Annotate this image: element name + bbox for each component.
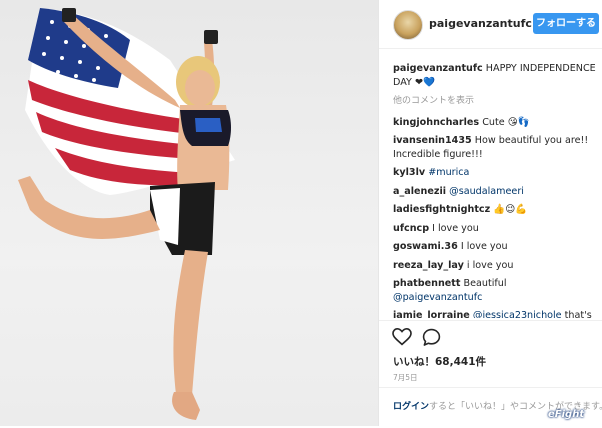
comment-username[interactable]: kingjohncharles <box>393 117 479 128</box>
comment-username[interactable]: ivansenin1435 <box>393 135 472 146</box>
comment-item: ladiesfightnightcz 👍😉💪 <box>393 203 598 217</box>
watermark-logo: eFight <box>548 409 585 420</box>
comment-item: kyl3lv #murica <box>393 166 598 180</box>
more-comments-link[interactable]: 他のコメントを表示 <box>393 95 598 109</box>
header-username[interactable]: paigevanzantufc <box>429 17 532 30</box>
comment-item: reeza_lay_lay i love you <box>393 259 598 273</box>
comment-icon[interactable] <box>422 328 441 347</box>
comment-item: ivansenin1435 How beautiful you are!! In… <box>393 134 598 161</box>
post-header: paigevanzantufc フォローする <box>379 0 602 49</box>
comment-username[interactable]: a_alenezii <box>393 186 446 197</box>
comment-username[interactable]: reeza_lay_lay <box>393 260 464 271</box>
comment-item: goswami.36 I love you <box>393 240 598 254</box>
comment-username[interactable]: kyl3lv <box>393 167 425 178</box>
comment-username[interactable]: jamie_lorraine <box>393 310 470 318</box>
post-date: 7月5日 <box>393 373 418 382</box>
comment-text: Beautiful <box>463 278 507 289</box>
comment-username[interactable]: ufcncp <box>393 223 429 234</box>
comment-item: phatbennett Beautiful @paigevanzantufc <box>393 277 598 304</box>
post-side-panel: paigevanzantufc フォローする paigevanzantufc H… <box>379 0 602 426</box>
comment-item: a_alenezii @saudalameeri <box>393 185 598 199</box>
login-link[interactable]: ログイン <box>393 402 429 412</box>
comment-text: I love you <box>432 222 479 234</box>
hashtag-link[interactable]: #murica <box>428 167 469 178</box>
comment-text: i love you <box>466 259 514 271</box>
comment-username[interactable]: goswami.36 <box>393 241 458 252</box>
caption: paigevanzantufc HAPPY INDEPENDENCE DAY ❤… <box>393 62 598 89</box>
comment-item: kingjohncharles Cute 😘👣 <box>393 116 598 130</box>
follow-button[interactable]: フォローする <box>533 13 599 34</box>
comment-item: ufcncp I love you <box>393 222 598 236</box>
caption-username[interactable]: paigevanzantufc <box>393 63 483 74</box>
comment-list[interactable]: paigevanzantufc HAPPY INDEPENDENCE DAY ❤… <box>393 62 598 318</box>
avatar[interactable] <box>393 10 423 40</box>
comment-item: jamie_lorraine @jessica23nichole that's … <box>393 309 598 318</box>
login-prompt: ログインすると「いいね！」やコメントができます。 <box>379 387 602 428</box>
post-photo[interactable] <box>0 0 378 426</box>
comment-text: 👍😉💪 <box>493 204 528 215</box>
heart-icon[interactable] <box>392 328 412 346</box>
mention-link[interactable]: @saudalameeri <box>449 186 524 197</box>
mention-link[interactable]: @jessica23nichole <box>473 310 562 318</box>
comment-username[interactable]: ladiesfightnightcz <box>393 204 490 215</box>
comment-text: Cute 😘👣 <box>482 116 530 128</box>
comment-username[interactable]: phatbennett <box>393 278 460 289</box>
like-count[interactable]: いいね！68,441件 <box>393 354 486 369</box>
mention-link[interactable]: @paigevanzantufc <box>393 292 482 303</box>
photo-illustration <box>18 8 235 420</box>
comment-text: I love you <box>460 241 508 252</box>
